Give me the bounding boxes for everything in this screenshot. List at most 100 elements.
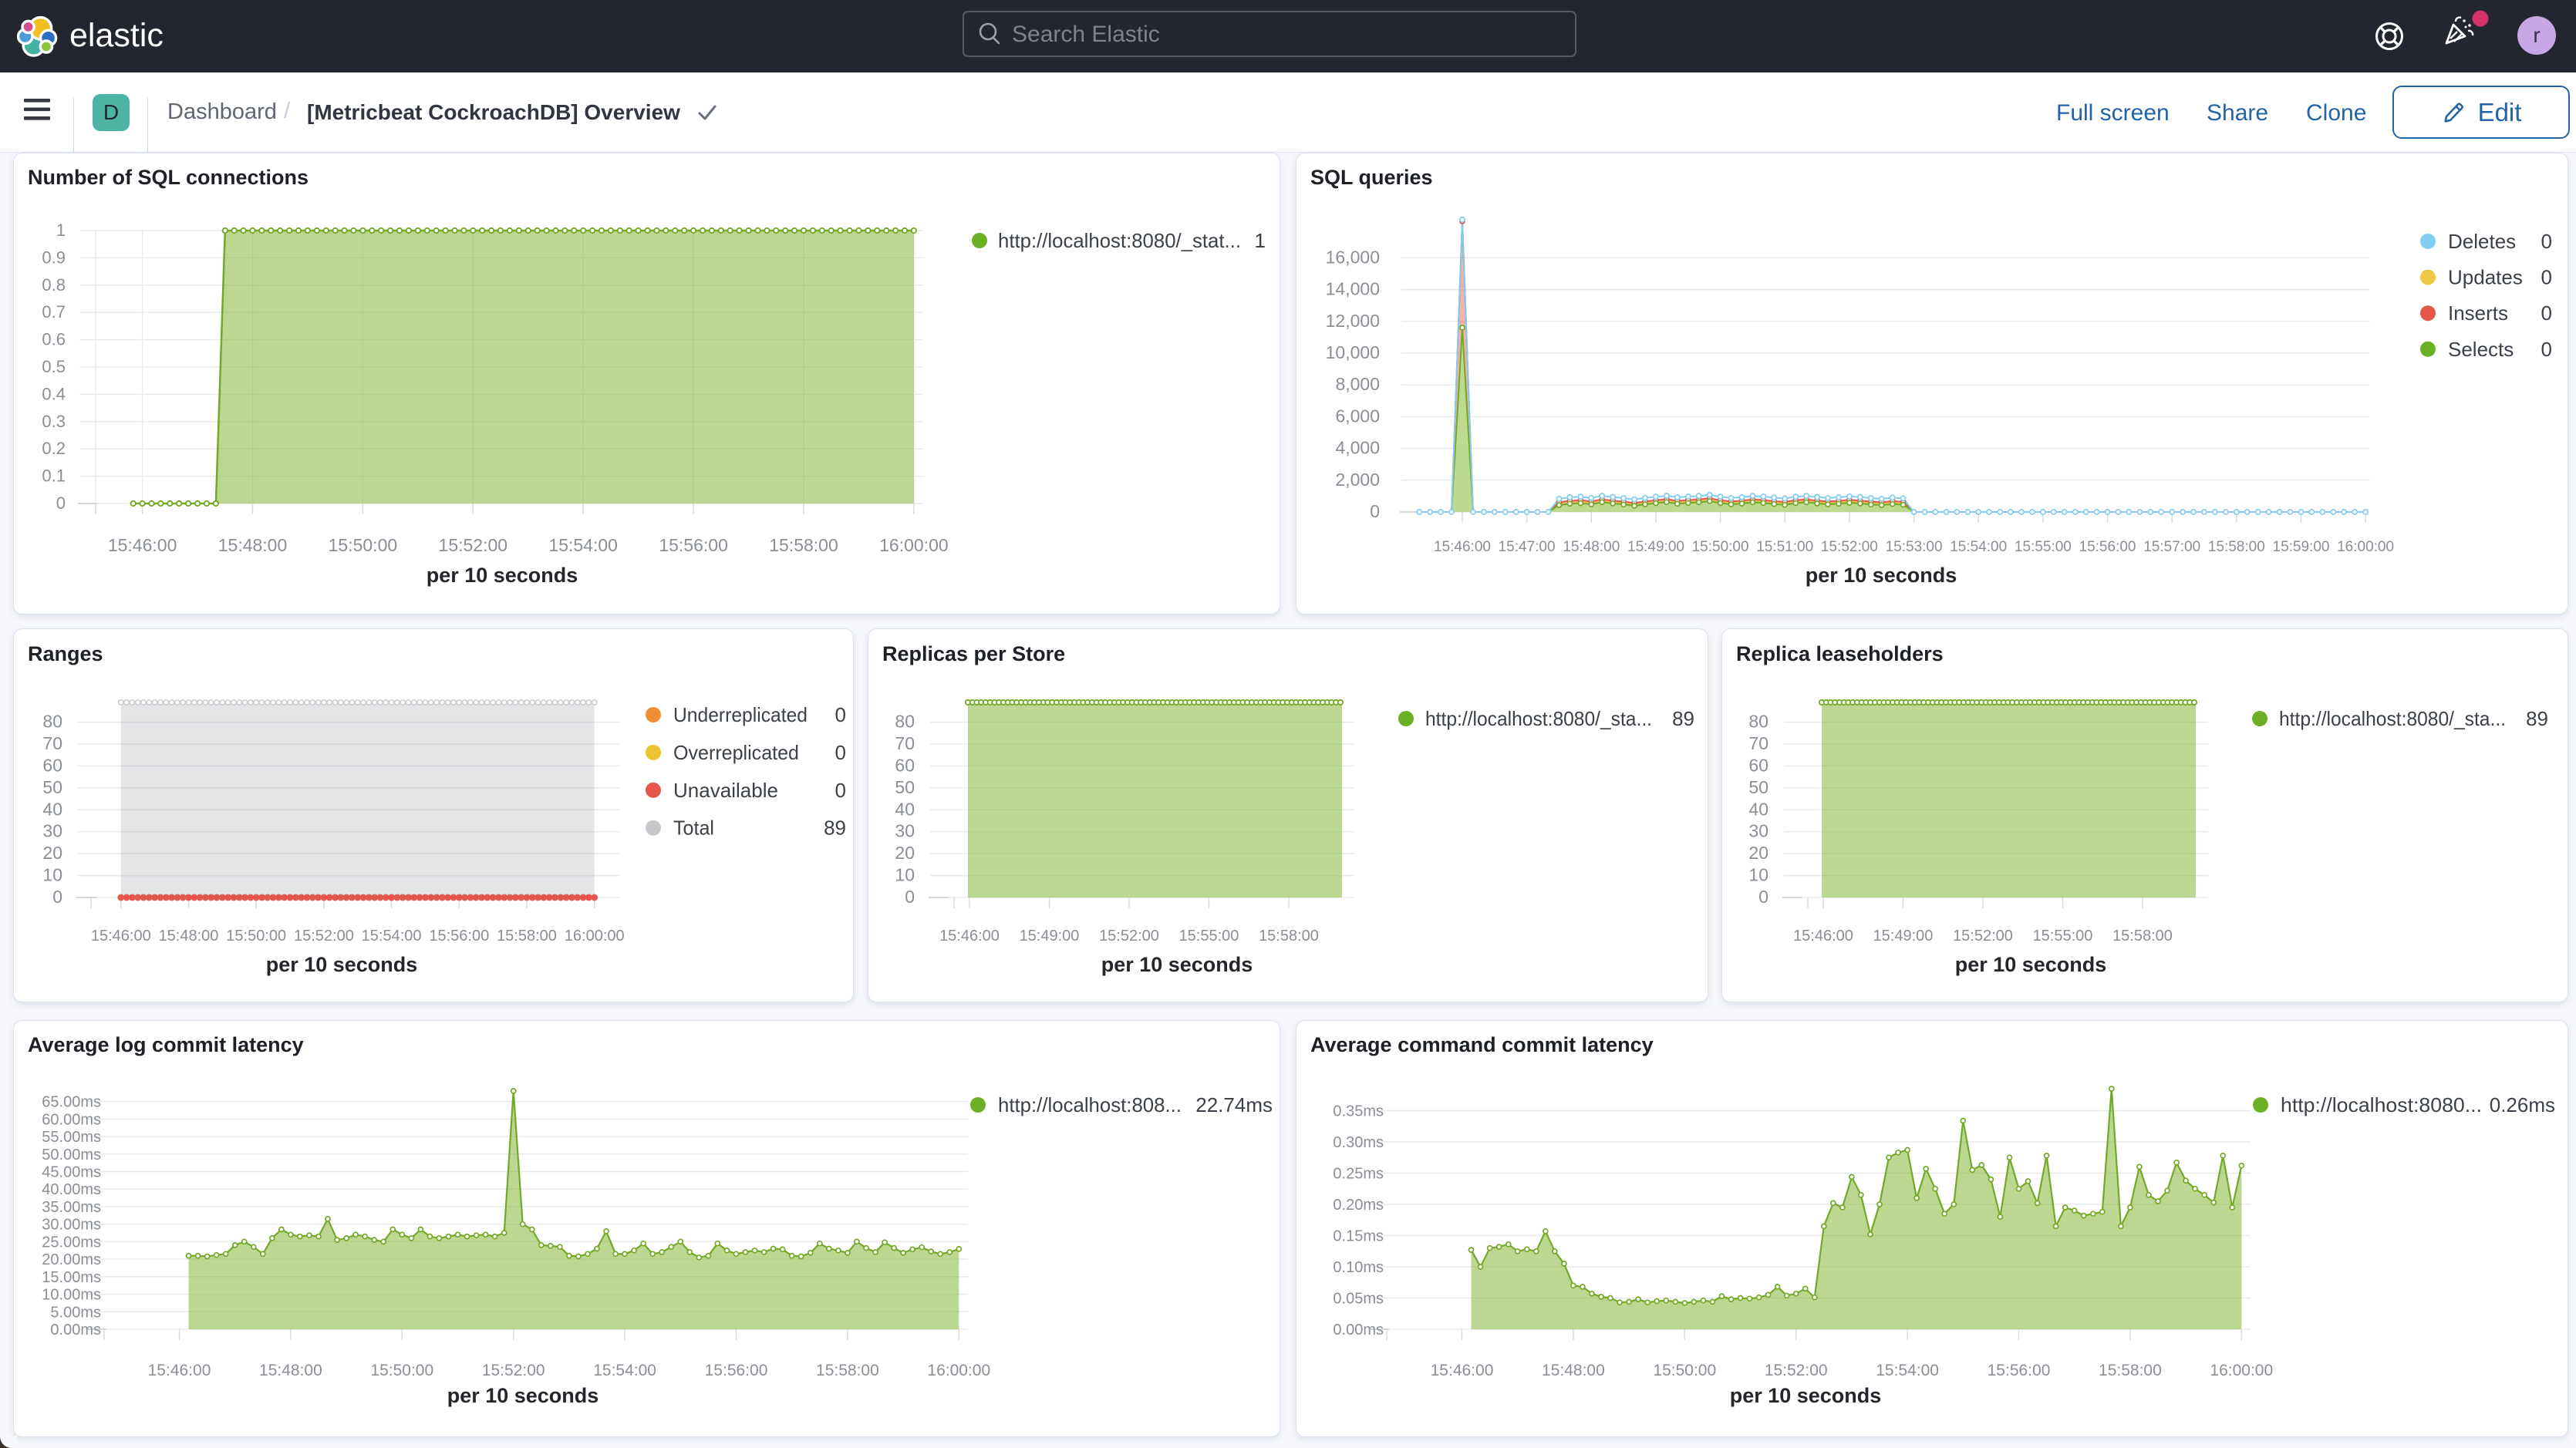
svg-text:10: 10 — [1748, 865, 1768, 885]
svg-text:0: 0 — [1758, 887, 1768, 907]
svg-text:Unavailable: Unavailable — [673, 779, 778, 802]
svg-text:20: 20 — [1748, 843, 1768, 863]
svg-text:0.7: 0.7 — [42, 302, 66, 322]
svg-text:15:55:00: 15:55:00 — [2033, 928, 2093, 945]
svg-text:0.00ms: 0.00ms — [50, 1322, 101, 1339]
svg-text:Total: Total — [673, 817, 714, 840]
svg-text:60: 60 — [1748, 755, 1768, 775]
svg-text:0: 0 — [835, 779, 846, 802]
svg-text:0.9: 0.9 — [42, 248, 66, 267]
svg-text:15:56:00: 15:56:00 — [1988, 1362, 2051, 1379]
svg-text:15:55:00: 15:55:00 — [1179, 928, 1239, 945]
svg-text:http://localhost:8080/_sta...: http://localhost:8080/_sta... — [1425, 707, 1652, 730]
svg-text:0: 0 — [52, 887, 62, 907]
svg-text:10: 10 — [42, 865, 62, 885]
svg-text:30: 30 — [1748, 821, 1768, 841]
svg-text:30.00ms: 30.00ms — [42, 1217, 101, 1234]
svg-text:per 10 seconds: per 10 seconds — [427, 564, 578, 587]
svg-text:Number of SQL connections: Number of SQL connections — [28, 166, 309, 189]
svg-text:80: 80 — [1748, 712, 1768, 732]
svg-text:16:00:00: 16:00:00 — [2337, 539, 2394, 555]
svg-text:15:58:00: 15:58:00 — [816, 1362, 879, 1379]
svg-text:45.00ms: 45.00ms — [42, 1164, 101, 1181]
svg-text:15:50:00: 15:50:00 — [1653, 1362, 1716, 1379]
svg-text:55.00ms: 55.00ms — [42, 1129, 101, 1146]
svg-text:15:46:00: 15:46:00 — [1434, 539, 1491, 555]
svg-text:6,000: 6,000 — [1335, 406, 1380, 426]
svg-text:15:52:00: 15:52:00 — [439, 535, 508, 555]
svg-text:0: 0 — [56, 493, 66, 513]
svg-text:35.00ms: 35.00ms — [42, 1199, 101, 1216]
svg-text:15:46:00: 15:46:00 — [91, 928, 151, 945]
svg-text:30: 30 — [42, 821, 62, 841]
svg-text:89: 89 — [824, 817, 846, 840]
svg-text:0.20ms: 0.20ms — [1333, 1197, 1384, 1214]
svg-text:Replicas per Store: Replicas per Store — [882, 642, 1065, 665]
svg-text:65.00ms: 65.00ms — [42, 1094, 101, 1111]
svg-text:8,000: 8,000 — [1335, 374, 1380, 394]
svg-text:0.26ms: 0.26ms — [2490, 1093, 2555, 1116]
svg-text:80: 80 — [895, 712, 915, 732]
svg-text:15.00ms: 15.00ms — [42, 1269, 101, 1286]
svg-text:10.00ms: 10.00ms — [42, 1287, 101, 1304]
svg-text:89: 89 — [2526, 707, 2548, 730]
svg-text:70: 70 — [1748, 733, 1768, 753]
svg-text:60: 60 — [42, 755, 62, 775]
svg-text:40: 40 — [42, 799, 62, 819]
svg-text:50: 50 — [895, 777, 915, 797]
svg-text:60.00ms: 60.00ms — [42, 1111, 101, 1128]
svg-text:15:57:00: 15:57:00 — [2143, 539, 2200, 555]
svg-text:15:50:00: 15:50:00 — [370, 1362, 433, 1379]
svg-text:15:46:00: 15:46:00 — [1793, 928, 1853, 945]
svg-text:70: 70 — [42, 733, 62, 753]
svg-text:12,000: 12,000 — [1326, 311, 1380, 331]
svg-text:20: 20 — [42, 843, 62, 863]
svg-text:per 10 seconds: per 10 seconds — [1730, 1384, 1882, 1407]
svg-text:70: 70 — [895, 733, 915, 753]
svg-text:15:46:00: 15:46:00 — [148, 1362, 211, 1379]
svg-text:15:53:00: 15:53:00 — [1886, 539, 1943, 555]
svg-text:80: 80 — [42, 712, 62, 732]
svg-text:0.2: 0.2 — [42, 439, 66, 458]
svg-text:15:48:00: 15:48:00 — [218, 535, 288, 555]
svg-text:1: 1 — [1255, 229, 1266, 252]
svg-text:15:50:00: 15:50:00 — [1692, 539, 1749, 555]
svg-text:0.5: 0.5 — [42, 357, 66, 376]
svg-text:0: 0 — [835, 703, 846, 726]
svg-text:15:48:00: 15:48:00 — [259, 1362, 322, 1379]
svg-text:http://localhost:8080...: http://localhost:8080... — [2281, 1093, 2482, 1116]
svg-text:0.15ms: 0.15ms — [1333, 1228, 1384, 1245]
svg-text:SQL queries: SQL queries — [1310, 166, 1433, 189]
svg-text:60: 60 — [895, 755, 915, 775]
svg-text:Average command commit latency: Average command commit latency — [1310, 1033, 1654, 1056]
svg-text:15:47:00: 15:47:00 — [1499, 539, 1556, 555]
svg-text:15:46:00: 15:46:00 — [108, 535, 177, 555]
svg-text:10: 10 — [895, 865, 915, 885]
svg-text:15:56:00: 15:56:00 — [659, 535, 728, 555]
svg-text:15:52:00: 15:52:00 — [1953, 928, 2013, 945]
svg-text:0.00ms: 0.00ms — [1333, 1322, 1384, 1339]
svg-text:Overreplicated: Overreplicated — [673, 741, 799, 764]
svg-text:0.35ms: 0.35ms — [1333, 1103, 1384, 1120]
svg-text:15:48:00: 15:48:00 — [159, 928, 219, 945]
svg-text:16,000: 16,000 — [1326, 247, 1380, 267]
svg-text:http://localhost:8080/_sta...: http://localhost:8080/_sta... — [2279, 707, 2506, 730]
svg-text:15:56:00: 15:56:00 — [2079, 539, 2136, 555]
svg-text:0.3: 0.3 — [42, 412, 66, 431]
svg-text:0.1: 0.1 — [42, 466, 66, 486]
svg-text:15:49:00: 15:49:00 — [1020, 928, 1080, 945]
svg-text:0: 0 — [835, 741, 846, 764]
svg-text:15:46:00: 15:46:00 — [939, 928, 1000, 945]
svg-text:15:54:00: 15:54:00 — [1876, 1362, 1939, 1379]
svg-text:15:59:00: 15:59:00 — [2273, 539, 2330, 555]
svg-text:15:51:00: 15:51:00 — [1756, 539, 1813, 555]
svg-text:1: 1 — [56, 221, 66, 240]
svg-text:4,000: 4,000 — [1335, 438, 1380, 458]
svg-text:15:54:00: 15:54:00 — [1950, 539, 2007, 555]
svg-text:0.05ms: 0.05ms — [1333, 1291, 1384, 1308]
svg-text:15:56:00: 15:56:00 — [705, 1362, 768, 1379]
svg-text:25.00ms: 25.00ms — [42, 1234, 101, 1251]
svg-text:Underreplicated: Underreplicated — [673, 703, 808, 726]
svg-text:15:52:00: 15:52:00 — [482, 1362, 545, 1379]
svg-text:40: 40 — [1748, 799, 1768, 819]
